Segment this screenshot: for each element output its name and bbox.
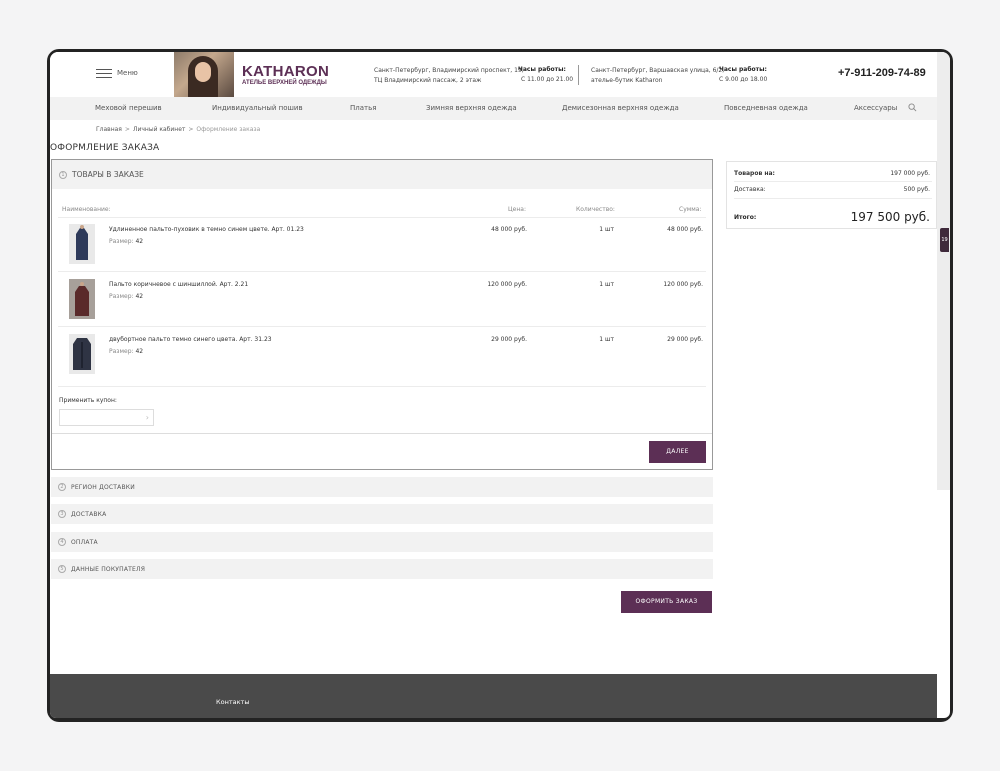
- nav-item-tailoring[interactable]: Индивидуальный пошив: [212, 104, 303, 112]
- nav-item-winter[interactable]: Зимняя верхняя одежда: [426, 104, 517, 112]
- col-price-header: Цена:: [508, 206, 526, 213]
- section-delivery[interactable]: 3 ДОСТАВКА: [51, 504, 713, 524]
- chevron-right-icon[interactable]: ›: [146, 413, 149, 422]
- site-footer: Контакты: [50, 674, 937, 718]
- product-qty: 1 шт: [599, 226, 614, 233]
- goods-total-value: 197 000 руб.: [890, 170, 930, 177]
- step-number-icon: 2: [58, 483, 66, 491]
- product-price: 120 000 руб.: [487, 281, 527, 288]
- logo-subtitle: АТЕЛЬЕ ВЕРХНЕЙ ОДЕЖДЫ: [242, 80, 327, 86]
- step-number-icon: 5: [58, 565, 66, 573]
- section-delivery-region[interactable]: 2 РЕГИОН ДОСТАВКИ: [51, 477, 713, 497]
- phone-number[interactable]: +7-911-209-74-89: [838, 67, 926, 79]
- product-name[interactable]: Удлиненное пальто-пуховик в темно синем …: [109, 226, 304, 233]
- product-price: 29 000 руб.: [491, 336, 527, 343]
- section-payment[interactable]: 4 ОПЛАТА: [51, 532, 713, 552]
- nav-item-accessories[interactable]: Аксессуары: [854, 104, 897, 112]
- coupon-input[interactable]: ›: [59, 409, 154, 426]
- header-divider: [578, 65, 579, 85]
- col-name-header: Наименование:: [62, 206, 111, 213]
- product-size: Размер: 42: [109, 238, 144, 245]
- step-number-icon: 4: [58, 538, 66, 546]
- menu-label[interactable]: Меню: [117, 69, 138, 77]
- order-summary: Товаров на: 197 000 руб. Доставка: 500 р…: [726, 161, 937, 229]
- row-divider: [58, 326, 706, 327]
- total-value: 197 500 руб.: [850, 210, 930, 224]
- coupon-label: Применить купон:: [59, 397, 117, 404]
- col-qty-header: Количество:: [576, 206, 615, 213]
- page-title: ОФОРМЛЕНИЕ ЗАКАЗА: [50, 143, 160, 153]
- order-divider: [52, 433, 712, 434]
- address-2: Санкт-Петербург, Варшавская улица, 6/2, …: [591, 67, 725, 84]
- row-divider: [58, 271, 706, 272]
- hours-1-title: Часы работы:: [518, 66, 566, 73]
- product-name[interactable]: Пальто коричневое с шиншиллой. Арт. 2.21: [109, 281, 248, 288]
- row-divider: [58, 386, 706, 387]
- scrollbar[interactable]: [937, 52, 950, 718]
- product-thumbnail[interactable]: [69, 334, 95, 374]
- product-qty: 1 шт: [599, 336, 614, 343]
- summary-divider: [734, 198, 932, 199]
- hamburger-menu-icon[interactable]: [96, 69, 112, 79]
- place-order-button[interactable]: ОФОРМИТЬ ЗАКАЗ: [621, 591, 712, 613]
- product-size: Размер: 42: [109, 348, 144, 355]
- next-button[interactable]: ДАЛЕЕ: [649, 441, 706, 463]
- row-divider: [58, 217, 706, 218]
- scrollbar-thumb[interactable]: [937, 52, 950, 490]
- nav-item-dresses[interactable]: Платья: [350, 104, 376, 112]
- product-qty: 1 шт: [599, 281, 614, 288]
- site-header: Меню KATHARON АТЕЛЬЕ ВЕРХНЕЙ ОДЕЖДЫ Санк…: [50, 52, 937, 97]
- nav-item-casual[interactable]: Повседневная одежда: [724, 104, 808, 112]
- address-1: Санкт-Петербург, Владимирский проспект, …: [374, 67, 524, 84]
- product-thumbnail[interactable]: [69, 279, 95, 319]
- delivery-label: Доставка:: [734, 186, 766, 193]
- logo-photo[interactable]: [174, 52, 234, 97]
- product-sum: 120 000 руб.: [663, 281, 703, 288]
- product-size: Размер: 42: [109, 293, 144, 300]
- breadcrumb-home[interactable]: Главная: [96, 126, 122, 133]
- product-thumbnail[interactable]: [69, 224, 95, 264]
- total-label: Итого:: [734, 214, 757, 221]
- product-name[interactable]: двубортное пальто темно синего цвета. Ар…: [109, 336, 272, 343]
- breadcrumb: Главная > Личный кабинет > Оформление заказа: [96, 126, 261, 133]
- footer-contacts-link[interactable]: Контакты: [216, 698, 249, 706]
- goods-total-label: Товаров на:: [734, 170, 775, 177]
- product-sum: 29 000 руб.: [667, 336, 703, 343]
- browser-viewport: Меню KATHARON АТЕЛЬЕ ВЕРХНЕЙ ОДЕЖДЫ Санк…: [50, 52, 937, 718]
- product-price: 48 000 руб.: [491, 226, 527, 233]
- order-items-title: ТОВАРЫ В ЗАКАЗЕ: [72, 170, 144, 179]
- main-nav: Меховой перешив Индивидуальный пошив Пла…: [50, 97, 937, 120]
- breadcrumb-current: Оформление заказа: [196, 126, 261, 133]
- hours-2-value: С 9.00 до 18.00: [719, 76, 768, 83]
- product-sum: 48 000 руб.: [667, 226, 703, 233]
- step-number-icon: 1: [59, 171, 67, 179]
- breadcrumb-account[interactable]: Личный кабинет: [133, 126, 185, 133]
- delivery-value: 500 руб.: [903, 186, 930, 193]
- summary-divider: [734, 181, 932, 182]
- nav-item-demiseason[interactable]: Демисезонная верхняя одежда: [562, 104, 679, 112]
- hours-2-title: Часы работы:: [719, 66, 767, 73]
- search-icon[interactable]: [908, 103, 917, 112]
- step-number-icon: 3: [58, 510, 66, 518]
- logo-title[interactable]: KATHARON: [242, 63, 329, 80]
- order-items-header[interactable]: 1 ТОВАРЫ В ЗАКАЗЕ: [52, 160, 712, 189]
- hours-1-value: С 11.00 до 21.00: [521, 76, 574, 83]
- section-buyer-data[interactable]: 5 ДАННЫЕ ПОКУПАТЕЛЯ: [51, 559, 713, 579]
- col-sum-header: Сумма:: [679, 206, 702, 213]
- order-items-panel: 1 ТОВАРЫ В ЗАКАЗЕ Наименование: Цена: Ко…: [51, 159, 713, 470]
- nav-item-fur-remodel[interactable]: Меховой перешив: [95, 104, 162, 112]
- side-tab[interactable]: 19: [940, 228, 949, 252]
